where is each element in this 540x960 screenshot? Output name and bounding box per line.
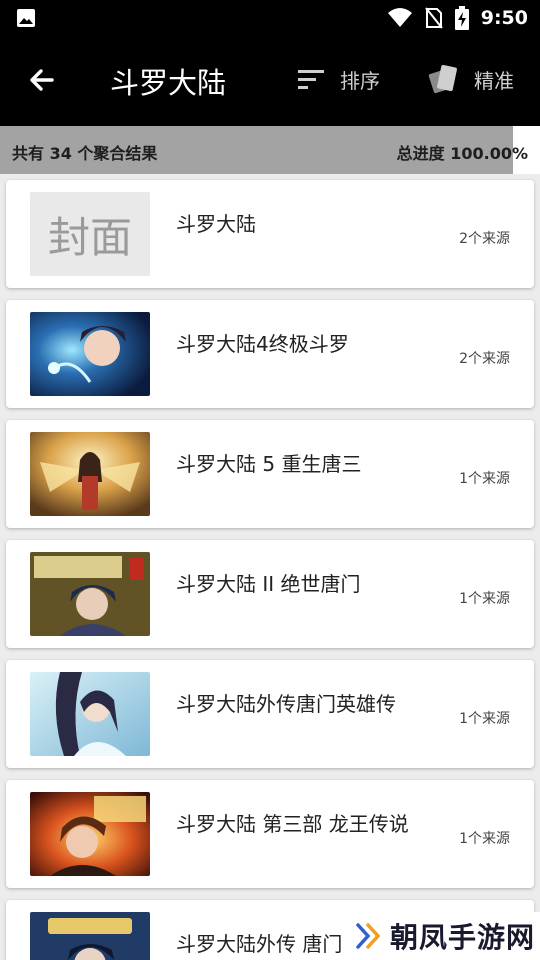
source-count: 1个来源 [459, 591, 510, 607]
result-title: 斗罗大陆外传 唐门 [176, 932, 343, 956]
status-bar: 9:50 [0, 0, 540, 36]
total-progress: 总进度 100.00% [396, 144, 528, 163]
page-title: 斗罗大陆 [110, 66, 227, 100]
watermark: 朝凤手游网 [350, 912, 540, 960]
cover-image [30, 912, 150, 960]
result-title: 斗罗大陆 [176, 212, 256, 236]
result-card[interactable]: 斗罗大陆4终极斗罗 2个来源 [6, 300, 534, 408]
no-sim-icon [424, 7, 443, 29]
cover-image [30, 312, 150, 396]
cards-icon [428, 64, 457, 94]
cover-image [30, 672, 150, 756]
result-card[interactable]: 斗罗大陆外传唐门英雄传 1个来源 [6, 660, 534, 768]
battery-charging-icon [454, 6, 469, 30]
precise-label: 精准 [474, 68, 514, 93]
cover-image [30, 792, 150, 876]
watermark-text: 朝凤手游网 [390, 921, 536, 954]
precise-toggle[interactable]: 精准 [428, 62, 514, 96]
wifi-icon [387, 8, 412, 27]
app-toolbar: 斗罗大陆 排序 精准 [0, 36, 540, 126]
source-count: 1个来源 [459, 831, 510, 847]
source-count: 1个来源 [459, 471, 510, 487]
sort-icon [298, 70, 324, 89]
result-card[interactable]: 斗罗大陆 II 绝世唐门 1个来源 [6, 540, 534, 648]
image-icon [17, 9, 35, 27]
source-count: 1个来源 [459, 711, 510, 727]
source-count: 2个来源 [459, 231, 510, 247]
result-card[interactable]: 斗罗大陆 5 重生唐三 1个来源 [6, 420, 534, 528]
phoenix-logo-icon [356, 923, 381, 949]
status-icons: 9:50 [387, 6, 528, 30]
cover-image [30, 552, 150, 636]
result-card[interactable]: 斗罗大陆 第三部 龙王传说 1个来源 [6, 780, 534, 888]
clock-time: 9:50 [480, 7, 528, 29]
result-title: 斗罗大陆 5 重生唐三 [176, 452, 362, 476]
sort-button[interactable]: 排序 [296, 62, 380, 96]
result-title: 斗罗大陆 第三部 龙王传说 [176, 812, 409, 836]
result-title: 斗罗大陆 II 绝世唐门 [176, 572, 361, 596]
result-count: 共有 34 个聚合结果 [12, 144, 158, 163]
sort-label: 排序 [340, 68, 380, 93]
aggregate-progress-bar: 共有 34 个聚合结果 总进度 100.00% [0, 126, 540, 174]
result-title: 斗罗大陆外传唐门英雄传 [176, 692, 396, 716]
source-count: 2个来源 [459, 351, 510, 367]
back-arrow-icon[interactable] [26, 64, 58, 96]
result-title: 斗罗大陆4终极斗罗 [176, 332, 349, 356]
cover-placeholder: 封面 [30, 192, 150, 276]
result-card[interactable]: 封面 斗罗大陆 2个来源 [6, 180, 534, 288]
cover-image [30, 432, 150, 516]
